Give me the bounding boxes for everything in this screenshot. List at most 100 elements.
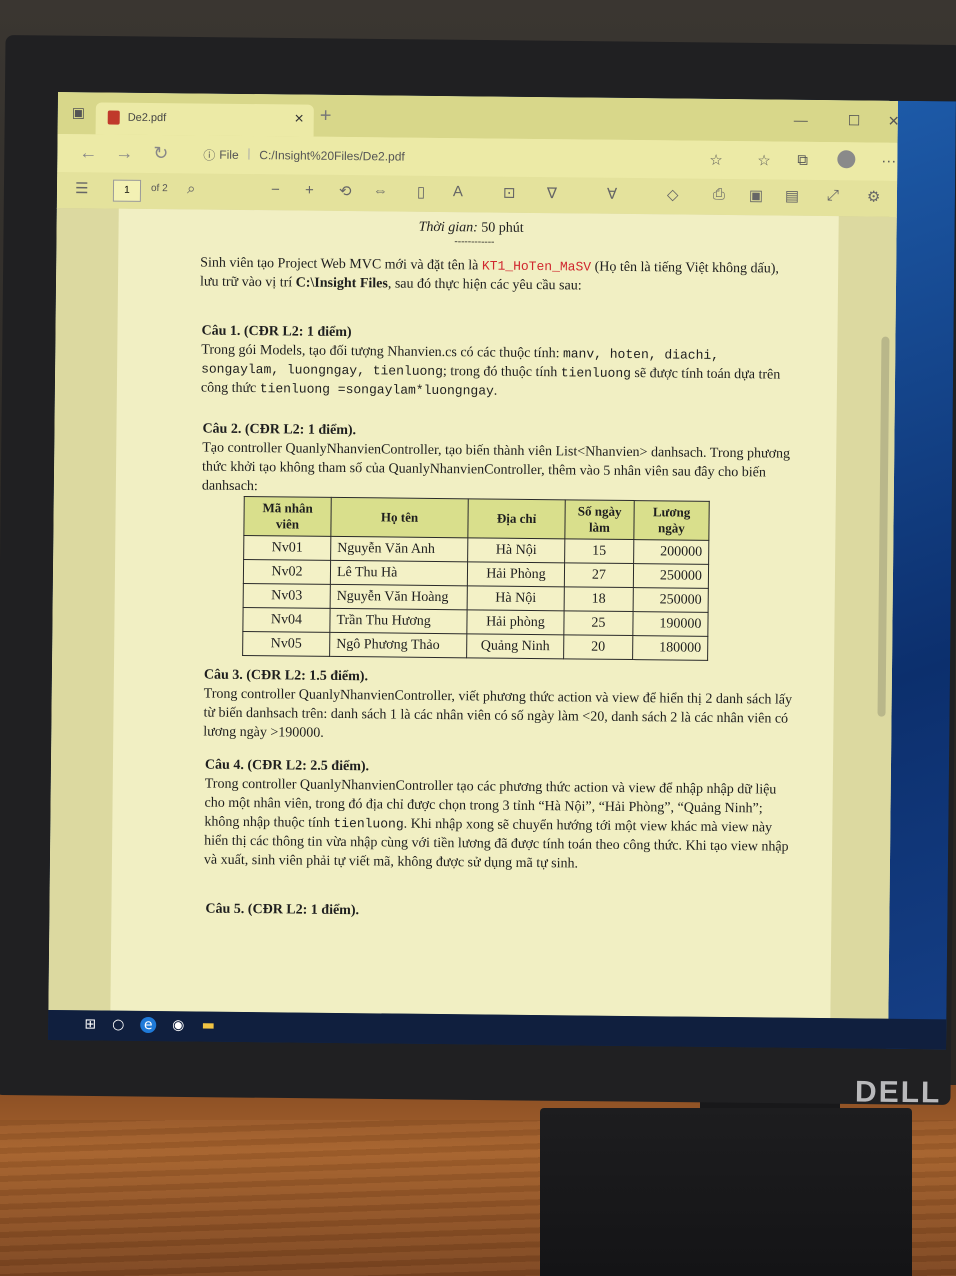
screen: ▣ De2.pdf × + — ☐ ✕ ← → ↻ ⓘ File | C:/In… xyxy=(48,92,956,1050)
header-days: Số ngày làm xyxy=(564,499,635,540)
fullscreen-icon[interactable]: ⤢ xyxy=(827,187,839,204)
address-field[interactable]: ⓘ File | C:/Insight%20Files/De2.pdf xyxy=(195,141,715,172)
question-2: Câu 2. (CĐR L2: 1 điểm). Tạo controller … xyxy=(202,420,793,502)
favorite-icon[interactable]: ☆ xyxy=(757,151,771,169)
collections-icon[interactable]: ⧉ xyxy=(797,152,808,169)
read-aloud-icon[interactable]: A xyxy=(453,183,463,200)
zoom-in-icon[interactable]: + xyxy=(305,182,314,199)
header-address: Địa chỉ xyxy=(467,498,566,539)
settings-icon[interactable]: ⚙ xyxy=(867,187,881,205)
more-icon[interactable]: ··· xyxy=(881,153,896,170)
highlight-icon[interactable]: ∀ xyxy=(607,185,617,203)
cell-days: 15 xyxy=(564,538,634,564)
minimize-icon[interactable]: — xyxy=(794,112,808,128)
draw-icon[interactable]: ∇ xyxy=(547,184,557,202)
tab-title: De2.pdf xyxy=(127,111,167,125)
zoom-out-icon[interactable]: − xyxy=(271,181,280,198)
tab-actions-icon[interactable]: ▣ xyxy=(72,104,85,121)
text-icon[interactable]: ⊡ xyxy=(503,184,516,202)
question-5-heading: Câu 5. (CĐR L2: 1 điểm). xyxy=(205,901,360,919)
q1-text-d: . xyxy=(493,383,498,399)
cell-address: Hà Nội xyxy=(467,585,565,611)
question-3-body: Trong controller QuanlyNhanvienControlle… xyxy=(203,686,793,741)
tab-de2-pdf[interactable]: De2.pdf × xyxy=(95,102,314,137)
q1-text-a: Trong gói Models, tạo đối tượng Nhanvien… xyxy=(201,342,564,362)
file-explorer-icon[interactable]: ▬ xyxy=(200,1018,216,1034)
q4-prop: tienluong xyxy=(333,815,404,832)
header-name: Họ tên xyxy=(330,497,469,538)
q1-formula: tienluong =songaylam*luongngay xyxy=(259,381,494,399)
address-path: C:/Insight%20Files/De2.pdf xyxy=(259,148,405,164)
fit-icon[interactable]: ⇔ xyxy=(373,182,388,199)
cell-salary: 250000 xyxy=(633,563,709,589)
cell-address: Hải Phòng xyxy=(467,561,565,587)
cell-salary: 190000 xyxy=(632,611,709,637)
question-4-body: Trong controller QuanlyNhanvienControlle… xyxy=(204,775,795,876)
cell-address: Hải phòng xyxy=(466,609,565,635)
profile-icon[interactable] xyxy=(837,150,856,169)
page-number-input[interactable]: 1 xyxy=(112,179,142,202)
cell-id: Nv03 xyxy=(243,583,331,609)
monitor-brand-logo: DELL xyxy=(854,1075,942,1110)
intro-paragraph: Sinh viên tạo Project Web MVC mới và đặt… xyxy=(200,253,780,297)
cell-days: 20 xyxy=(563,634,633,660)
cell-name: Nguyễn Văn Hoàng xyxy=(330,584,468,610)
pdf-page: Thời gian: 50 phút ------------ Sinh viê… xyxy=(110,208,839,1019)
address-separator: | xyxy=(247,145,251,161)
vertical-scrollbar[interactable] xyxy=(877,336,890,717)
cell-days: 27 xyxy=(564,562,634,588)
header-salary: Lương ngày xyxy=(633,500,710,541)
cell-name: Trần Thu Hương xyxy=(329,608,468,634)
new-tab-icon[interactable]: + xyxy=(320,105,332,128)
print-icon[interactable]: ⎙ xyxy=(713,186,725,203)
info-icon[interactable]: ⓘ xyxy=(203,147,215,164)
chrome-icon[interactable]: ◉ xyxy=(170,1017,186,1033)
maximize-icon[interactable]: ☐ xyxy=(848,112,861,129)
project-name: KT1_HoTen_MaSV xyxy=(481,258,592,275)
cell-id: Nv04 xyxy=(242,607,331,633)
cell-days: 18 xyxy=(564,586,634,612)
cell-id: Nv05 xyxy=(242,631,330,657)
table-header-row: Mã nhân viên Họ tên Địa chỉ Số ngày làm … xyxy=(243,496,710,541)
save-as-icon[interactable]: ▤ xyxy=(785,187,799,205)
edge-icon[interactable]: e xyxy=(140,1016,157,1034)
cortana-icon[interactable]: ○ xyxy=(110,1017,126,1033)
cell-salary: 200000 xyxy=(633,539,709,565)
refresh-icon[interactable]: ↻ xyxy=(153,143,168,164)
q1-text-b: ; trong đó thuộc tính xyxy=(442,364,561,381)
cell-name: Ngô Phương Thảo xyxy=(329,632,467,658)
windows-icon[interactable]: ⊞ xyxy=(82,1016,98,1032)
employee-table: Mã nhân viên Họ tên Địa chỉ Số ngày làm … xyxy=(242,496,710,661)
read-mode-icon[interactable]: ☆ xyxy=(709,151,723,169)
page-view-icon[interactable]: ▯ xyxy=(417,183,425,201)
cell-name: Lê Thu Hà xyxy=(330,560,468,586)
question-1-body: Trong gói Models, tạo đối tượng Nhanvien… xyxy=(201,341,792,404)
rotate-icon[interactable]: ⟲ xyxy=(339,182,352,200)
pdf-viewer: Thời gian: 50 phút ------------ Sinh viê… xyxy=(48,207,897,1019)
back-icon[interactable]: ← xyxy=(79,142,97,163)
address-file-label: File xyxy=(219,147,239,162)
question-1: Câu 1. (CĐR L2: 1 điểm) Trong gói Models… xyxy=(201,322,792,404)
cell-address: Quảng Ninh xyxy=(466,633,564,659)
question-2-body: Tạo controller QuanlyNhanvienController,… xyxy=(201,440,791,495)
intro-location: C:\Insight Files xyxy=(295,275,388,292)
cell-name: Nguyễn Văn Anh xyxy=(330,536,468,562)
save-icon[interactable]: ▣ xyxy=(749,186,763,204)
close-window-icon[interactable]: ✕ xyxy=(888,113,900,130)
erase-icon[interactable]: ◇ xyxy=(667,185,679,203)
cell-id: Nv02 xyxy=(243,559,331,585)
dashes: ------------ xyxy=(454,236,495,248)
question-3: Câu 3. (CĐR L2: 1.5 điểm). Trong control… xyxy=(203,666,794,748)
desktop-wallpaper xyxy=(886,100,956,1050)
forward-icon[interactable]: → xyxy=(115,143,133,164)
close-tab-icon[interactable]: × xyxy=(294,110,304,128)
cell-salary: 180000 xyxy=(632,635,708,661)
page-total: of 2 xyxy=(150,182,168,195)
cell-address: Hà Nội xyxy=(467,537,565,563)
contents-icon[interactable]: ☰ xyxy=(75,179,89,197)
cell-days: 25 xyxy=(563,610,634,636)
question-4: Câu 4. (CĐR L2: 2.5 điểm). Trong control… xyxy=(204,756,795,876)
intro-text-1: Sinh viên tạo Project Web MVC mới và đặt… xyxy=(200,255,482,274)
cell-id: Nv01 xyxy=(243,535,331,561)
search-icon[interactable]: ⌕ xyxy=(187,180,196,197)
